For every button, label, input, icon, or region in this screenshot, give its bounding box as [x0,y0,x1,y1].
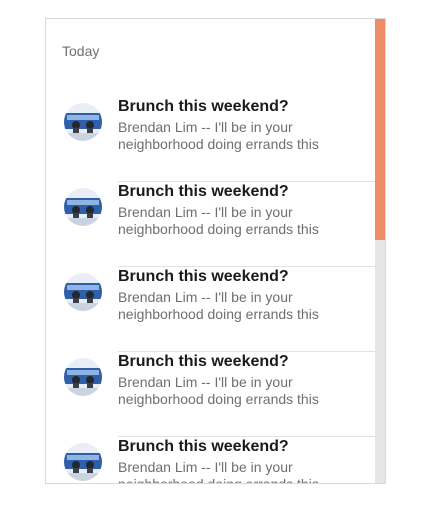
item-preview: Brendan Lim -- I'll be in your neighborh… [118,459,319,484]
item-title: Brunch this weekend? [118,438,289,455]
item-preview: Brendan Lim -- I'll be in your neighborh… [118,119,319,152]
list-item[interactable]: Brunch this weekend? Brendan Lim -- I'll… [46,352,377,437]
item-preview: Brendan Lim -- I'll be in your neighborh… [118,204,319,237]
avatar [64,273,102,311]
scrollbar-thumb[interactable] [375,19,385,240]
list-item[interactable]: Brunch this weekend? Brendan Lim -- I'll… [46,182,377,267]
avatar [64,443,102,481]
item-title: Brunch this weekend? [118,268,289,285]
list-item[interactable]: Brunch this weekend? Brendan Lim -- I'll… [46,267,377,352]
avatar [64,358,102,396]
avatar [64,188,102,226]
item-title: Brunch this weekend? [118,183,289,200]
avatar [64,103,102,141]
item-title: Brunch this weekend? [118,353,289,370]
item-preview: Brendan Lim -- I'll be in your neighborh… [118,374,319,407]
list-item[interactable]: Brunch this weekend? Brendan Lim -- I'll… [46,97,377,182]
message-list: Brunch this weekend? Brendan Lim -- I'll… [46,97,377,484]
list-item[interactable]: Brunch this weekend? Brendan Lim -- I'll… [46,437,377,484]
item-title: Brunch this weekend? [118,98,289,115]
message-list-panel: Today Brunch this weekend? Brendan Lim -… [45,18,386,484]
list-subheader: Today [62,43,100,59]
item-preview: Brendan Lim -- I'll be in your neighborh… [118,289,319,322]
